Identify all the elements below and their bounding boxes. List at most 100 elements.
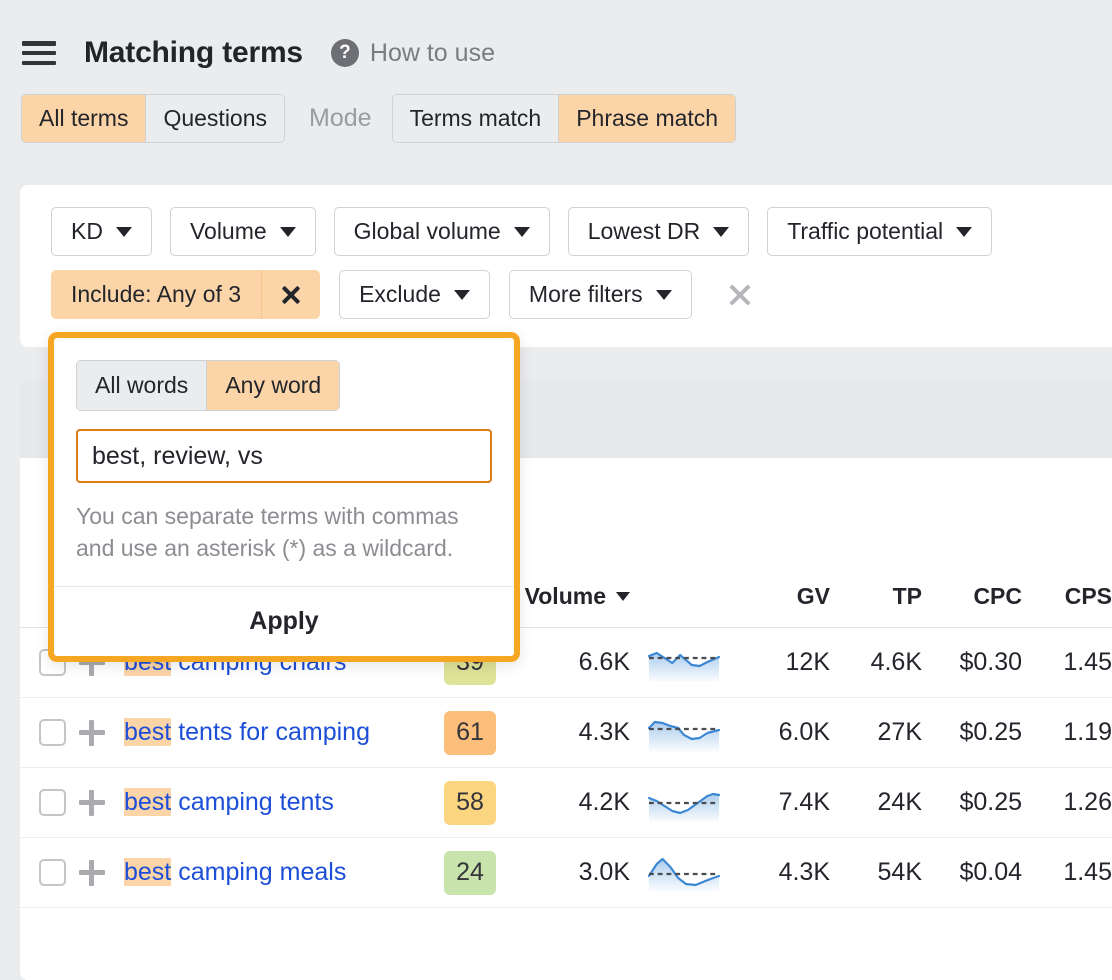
cpc-cell: $0.25 xyxy=(922,718,1022,747)
mode-toggle-group: Terms match Phrase match xyxy=(392,94,737,143)
chevron-down-icon xyxy=(514,227,530,237)
filter-lowest-dr-button[interactable]: Lowest DR xyxy=(568,207,749,256)
volume-cell: 4.2K xyxy=(522,788,630,817)
kd-badge: 58 xyxy=(444,781,496,825)
mode-label: Mode xyxy=(309,104,372,133)
filter-exclude-button[interactable]: Exclude xyxy=(339,270,490,319)
chevron-down-icon xyxy=(454,290,470,300)
keyword-rest: tents for camping xyxy=(171,718,370,746)
tab-phrase-match[interactable]: Phrase match xyxy=(559,95,735,142)
filter-global-volume-label: Global volume xyxy=(354,218,501,245)
filter-include-remove-button[interactable] xyxy=(261,270,320,319)
scope-toggle-group: All terms Questions xyxy=(21,94,285,143)
keyword-link[interactable]: best tents for camping xyxy=(124,718,370,746)
question-circle-icon: ? xyxy=(331,39,359,67)
filter-traffic-potential-button[interactable]: Traffic potential xyxy=(767,207,992,256)
volume-trend-sparkline xyxy=(647,644,721,682)
chevron-down-icon xyxy=(656,290,672,300)
volume-column-label: Volume xyxy=(525,583,606,610)
caret-down-icon xyxy=(616,592,630,601)
filter-lowest-dr-label: Lowest DR xyxy=(588,218,700,245)
cpc-cell: $0.30 xyxy=(922,648,1022,677)
match-mode-toggle-group: All words Any word xyxy=(76,360,340,411)
filter-kd-button[interactable]: KD xyxy=(51,207,152,256)
volume-trend-sparkline xyxy=(647,854,721,892)
how-to-use-link[interactable]: ? How to use xyxy=(331,39,495,68)
filter-traffic-potential-label: Traffic potential xyxy=(787,218,943,245)
add-keyword-icon[interactable] xyxy=(79,790,105,816)
keyword-highlight: best xyxy=(124,788,171,816)
tp-cell: 4.6K xyxy=(830,648,922,677)
row-checkbox[interactable] xyxy=(39,789,66,816)
cps-cell: 1.45 xyxy=(1022,858,1112,887)
keyword-rest: camping meals xyxy=(171,858,346,886)
volume-cell: 3.0K xyxy=(522,858,630,887)
kd-badge: 61 xyxy=(444,711,496,755)
cps-column-header[interactable]: CPS xyxy=(1022,583,1112,610)
tp-cell: 54K xyxy=(830,858,922,887)
tp-column-header[interactable]: TP xyxy=(830,583,922,610)
chevron-down-icon xyxy=(713,227,729,237)
kd-badge: 24 xyxy=(444,851,496,895)
volume-cell: 4.3K xyxy=(522,718,630,747)
tab-all-terms[interactable]: All terms xyxy=(22,95,146,142)
gv-cell: 4.3K xyxy=(738,858,830,887)
tp-cell: 24K xyxy=(830,788,922,817)
add-keyword-icon[interactable] xyxy=(79,860,105,886)
apply-button[interactable]: Apply xyxy=(54,586,514,656)
table-body: best camping chairs396.6K12K4.6K$0.301.4… xyxy=(20,628,1112,908)
volume-trend-sparkline xyxy=(647,714,721,752)
filter-volume-label: Volume xyxy=(190,218,267,245)
cpc-cell: $0.25 xyxy=(922,788,1022,817)
filter-exclude-label: Exclude xyxy=(359,281,441,308)
hamburger-icon[interactable] xyxy=(22,41,56,65)
filters-row-secondary: Include: Any of 3 Exclude More filters xyxy=(20,256,1112,319)
filter-kd-label: KD xyxy=(71,218,103,245)
toggle-any-word[interactable]: Any word xyxy=(207,361,339,410)
cps-cell: 1.19 xyxy=(1022,718,1112,747)
row-checkbox[interactable] xyxy=(39,859,66,886)
gv-column-header[interactable]: GV xyxy=(738,583,830,610)
row-checkbox[interactable] xyxy=(39,719,66,746)
volume-cell: 6.6K xyxy=(522,648,630,677)
add-keyword-icon[interactable] xyxy=(79,720,105,746)
close-icon xyxy=(280,284,302,306)
volume-trend-sparkline xyxy=(647,784,721,822)
cps-cell: 1.45 xyxy=(1022,648,1112,677)
filter-more-filters-button[interactable]: More filters xyxy=(509,270,692,319)
chevron-down-icon xyxy=(116,227,132,237)
how-to-use-label: How to use xyxy=(370,39,495,68)
table-row[interactable]: best camping meals243.0K4.3K54K$0.041.45 xyxy=(20,838,1112,908)
terms-input[interactable] xyxy=(76,429,492,483)
terms-hint-text: You can separate terms with commas and u… xyxy=(76,500,492,564)
keyword-link[interactable]: best camping tents xyxy=(124,788,334,816)
page-title: Matching terms xyxy=(84,36,303,70)
app-header: Matching terms ? How to use xyxy=(0,0,1112,80)
tab-questions[interactable]: Questions xyxy=(146,95,284,142)
gv-cell: 6.0K xyxy=(738,718,830,747)
app-root: Matching terms ? How to use All terms Qu… xyxy=(0,0,1112,980)
popup-body: All words Any word You can separate term… xyxy=(54,338,514,564)
filters-panel: KD Volume Global volume Lowest DR Traffi… xyxy=(20,185,1112,347)
toggles-row: All terms Questions Mode Terms match Phr… xyxy=(0,80,1112,143)
keyword-highlight: best xyxy=(124,858,171,886)
filter-more-filters-label: More filters xyxy=(529,281,643,308)
keyword-rest: camping tents xyxy=(171,788,334,816)
clear-all-filters-icon[interactable] xyxy=(727,282,753,308)
keyword-link[interactable]: best camping meals xyxy=(124,858,346,886)
gv-cell: 12K xyxy=(738,648,830,677)
toggle-all-words[interactable]: All words xyxy=(77,361,207,410)
cpc-column-header[interactable]: CPC xyxy=(922,583,1022,610)
cps-cell: 1.26 xyxy=(1022,788,1112,817)
filters-row-primary: KD Volume Global volume Lowest DR Traffi… xyxy=(20,185,1112,256)
include-terms-popup: All words Any word You can separate term… xyxy=(48,332,520,662)
table-row[interactable]: best tents for camping614.3K6.0K27K$0.25… xyxy=(20,698,1112,768)
filter-global-volume-button[interactable]: Global volume xyxy=(334,207,550,256)
filter-include-chip[interactable]: Include: Any of 3 xyxy=(51,270,320,319)
chevron-down-icon xyxy=(956,227,972,237)
chevron-down-icon xyxy=(280,227,296,237)
volume-column-header[interactable]: Volume xyxy=(522,583,630,610)
table-row[interactable]: best camping tents584.2K7.4K24K$0.251.26 xyxy=(20,768,1112,838)
filter-volume-button[interactable]: Volume xyxy=(170,207,316,256)
tab-terms-match[interactable]: Terms match xyxy=(393,95,560,142)
